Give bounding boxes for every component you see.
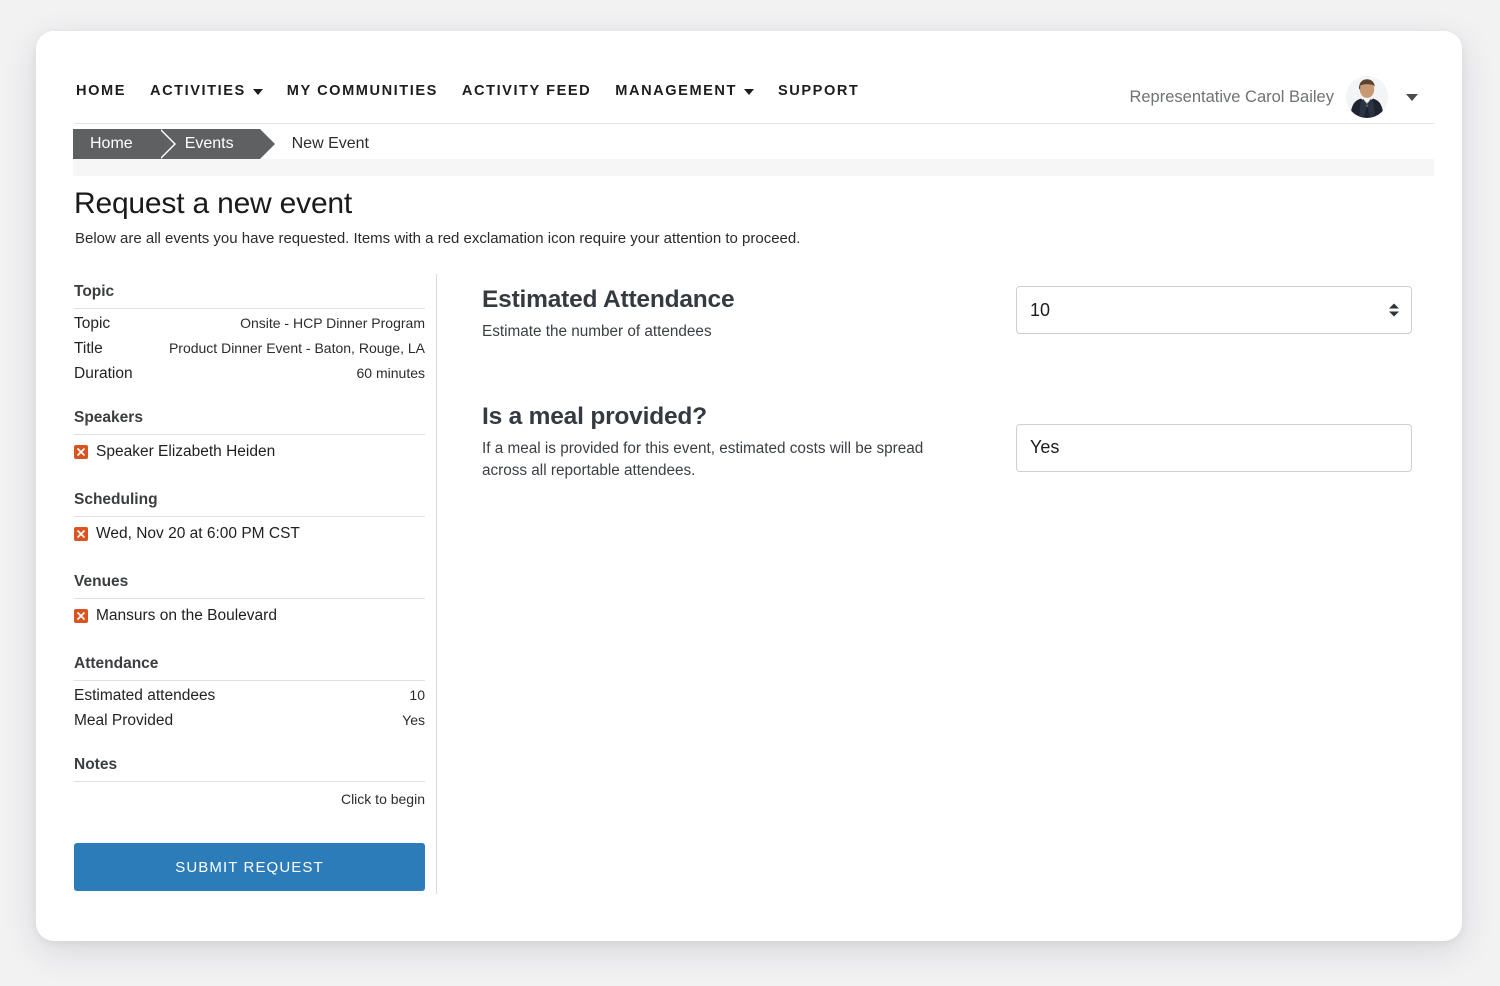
summary-row-title-key: Title bbox=[74, 340, 103, 358]
nav-item-management[interactable]: MANAGEMENT bbox=[615, 83, 778, 99]
nav-item-support-label: SUPPORT bbox=[778, 83, 859, 99]
summary-speaker-label: Speaker Elizabeth Heiden bbox=[96, 443, 275, 461]
estimated-attendance-input[interactable] bbox=[1016, 286, 1412, 334]
summary-venue-item: Mansurs on the Boulevard bbox=[74, 601, 425, 629]
field-estimated-attendance-description: Estimate the number of attendees bbox=[482, 321, 952, 344]
breadcrumb-item-new-event: New Event bbox=[260, 129, 389, 159]
field-estimated-attendance-text: Estimated Attendance Estimate the number… bbox=[482, 286, 952, 344]
nav-item-support[interactable]: SUPPORT bbox=[778, 83, 883, 99]
summary-row-estimated-attendees-key: Estimated attendees bbox=[74, 687, 215, 705]
breadcrumb-item-home-label: Home bbox=[90, 135, 133, 153]
nav-divider bbox=[74, 123, 1434, 124]
summary-row-duration: Duration 60 minutes bbox=[74, 361, 425, 386]
nav-item-activities[interactable]: ACTIVITIES bbox=[150, 83, 287, 99]
summary-row-topic: Topic Onsite - HCP Dinner Program bbox=[74, 311, 425, 336]
top-navigation: HOME ACTIVITIES MY COMMUNITIES ACTIVITY … bbox=[36, 31, 1462, 124]
summary-row-meal-provided-value: Yes bbox=[402, 712, 425, 728]
summary-row-estimated-attendees-value: 10 bbox=[409, 687, 425, 703]
nav-item-my-communities-label: MY COMMUNITIES bbox=[287, 83, 438, 99]
notes-click-to-begin-link[interactable]: Click to begin bbox=[341, 791, 425, 807]
summary-scheduling-item: Wed, Nov 20 at 6:00 PM CST bbox=[74, 519, 425, 547]
summary-section-notes-heading: Notes bbox=[74, 756, 425, 782]
breadcrumb-shade bbox=[73, 159, 1434, 176]
breadcrumb: Home Events New Event bbox=[36, 129, 1462, 159]
summary-row-title-value: Product Dinner Event - Baton, Rouge, LA bbox=[169, 340, 425, 356]
field-meal-provided-heading: Is a meal provided? bbox=[482, 403, 952, 431]
stepper-down-icon[interactable] bbox=[1389, 312, 1399, 317]
stepper-up-icon[interactable] bbox=[1389, 304, 1399, 309]
user-name-label: Representative Carol Bailey bbox=[1129, 88, 1334, 107]
summary-venue-label: Mansurs on the Boulevard bbox=[96, 607, 277, 625]
chevron-down-icon bbox=[744, 89, 754, 95]
breadcrumb-strip: Home Events New Event bbox=[73, 129, 389, 159]
app-card: HOME ACTIVITIES MY COMMUNITIES ACTIVITY … bbox=[36, 31, 1462, 941]
summary-row-duration-value: 60 minutes bbox=[357, 365, 425, 381]
number-stepper[interactable] bbox=[1389, 304, 1399, 317]
page-subtitle: Below are all events you have requested.… bbox=[75, 230, 800, 247]
summary-section-scheduling-heading: Scheduling bbox=[74, 491, 425, 517]
remove-icon[interactable] bbox=[74, 445, 88, 459]
nav-item-my-communities[interactable]: MY COMMUNITIES bbox=[287, 83, 462, 99]
summary-speakers-spacer bbox=[74, 465, 425, 491]
summary-scheduling-spacer bbox=[74, 547, 425, 573]
summary-row-meal-provided: Meal Provided Yes bbox=[74, 708, 425, 733]
meal-provided-input[interactable] bbox=[1016, 424, 1412, 472]
user-menu[interactable]: Representative Carol Bailey bbox=[1129, 76, 1418, 118]
summary-section-venues-heading: Venues bbox=[74, 573, 425, 599]
summary-row-title: Title Product Dinner Event - Baton, Roug… bbox=[74, 336, 425, 361]
avatar[interactable] bbox=[1346, 76, 1388, 118]
summary-venues-spacer bbox=[74, 629, 425, 655]
summary-row-estimated-attendees: Estimated attendees 10 bbox=[74, 683, 425, 708]
summary-notes-row: Click to begin bbox=[74, 784, 425, 807]
meal-provided-input-wrap bbox=[1016, 424, 1412, 472]
nav-item-management-label: MANAGEMENT bbox=[615, 83, 737, 99]
nav-item-home-label: HOME bbox=[76, 83, 126, 99]
column-divider bbox=[436, 274, 437, 894]
form-panel: Estimated Attendance Estimate the number… bbox=[482, 286, 1412, 483]
summary-section-attendance-heading: Attendance bbox=[74, 655, 425, 681]
nav-item-activity-feed-label: ACTIVITY FEED bbox=[462, 83, 591, 99]
field-meal-provided-text: Is a meal provided? If a meal is provide… bbox=[482, 403, 952, 483]
chevron-down-icon bbox=[253, 89, 263, 95]
submit-request-button[interactable]: SUBMIT REQUEST bbox=[74, 843, 425, 891]
field-estimated-attendance-heading: Estimated Attendance bbox=[482, 286, 952, 314]
nav-item-activity-feed[interactable]: ACTIVITY FEED bbox=[462, 83, 615, 99]
breadcrumb-item-home[interactable]: Home bbox=[73, 129, 159, 159]
breadcrumb-item-new-event-label: New Event bbox=[292, 135, 369, 153]
summary-row-meal-provided-key: Meal Provided bbox=[74, 712, 173, 730]
chevron-down-icon[interactable] bbox=[1406, 94, 1418, 101]
nav-links: HOME ACTIVITIES MY COMMUNITIES ACTIVITY … bbox=[76, 83, 883, 99]
page-title: Request a new event bbox=[74, 187, 352, 221]
summary-scheduling-label: Wed, Nov 20 at 6:00 PM CST bbox=[96, 525, 300, 543]
estimated-attendance-input-wrap bbox=[1016, 286, 1412, 334]
summary-row-duration-key: Duration bbox=[74, 365, 133, 383]
screen: HOME ACTIVITIES MY COMMUNITIES ACTIVITY … bbox=[0, 0, 1500, 986]
remove-icon[interactable] bbox=[74, 609, 88, 623]
field-meal-provided: Is a meal provided? If a meal is provide… bbox=[482, 403, 1412, 483]
summary-row-topic-key: Topic bbox=[74, 315, 110, 333]
event-summary-panel: Topic Topic Onsite - HCP Dinner Program … bbox=[74, 283, 425, 891]
summary-section-speakers-heading: Speakers bbox=[74, 409, 425, 435]
breadcrumb-item-events-label: Events bbox=[185, 135, 234, 153]
summary-row-topic-value: Onsite - HCP Dinner Program bbox=[240, 315, 425, 331]
nav-item-activities-label: ACTIVITIES bbox=[150, 83, 246, 99]
summary-section-topic-heading: Topic bbox=[74, 283, 425, 309]
remove-icon[interactable] bbox=[74, 527, 88, 541]
nav-item-home[interactable]: HOME bbox=[76, 83, 150, 99]
field-estimated-attendance: Estimated Attendance Estimate the number… bbox=[482, 286, 1412, 344]
summary-speaker-item: Speaker Elizabeth Heiden bbox=[74, 437, 425, 465]
field-meal-provided-description: If a meal is provided for this event, es… bbox=[482, 438, 952, 483]
